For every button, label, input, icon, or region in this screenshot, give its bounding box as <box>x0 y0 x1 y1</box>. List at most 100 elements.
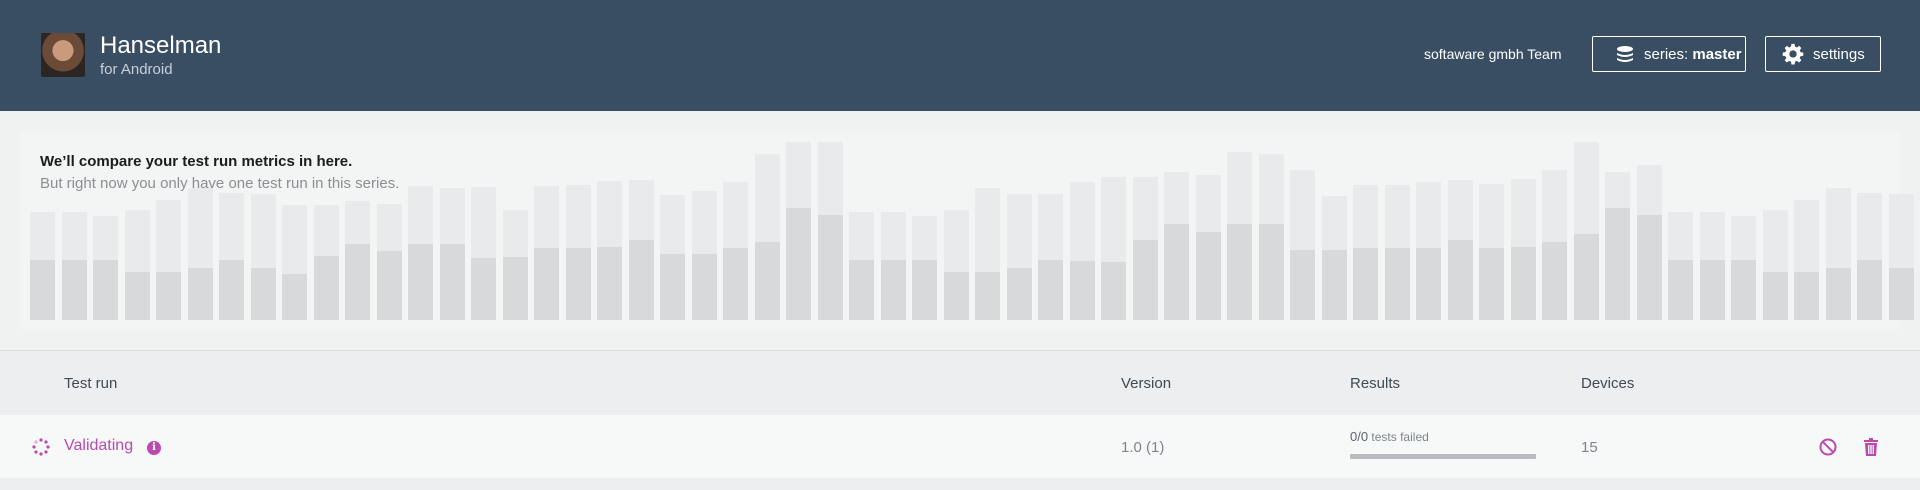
trash-icon[interactable] <box>1861 437 1881 457</box>
layers-icon <box>1617 46 1633 62</box>
placeholder-bar <box>880 212 906 320</box>
test-run-status-link[interactable]: Validating <box>64 437 133 455</box>
placeholder-bar-part <box>1888 268 1914 320</box>
placeholder-bar-part <box>1227 224 1252 320</box>
placeholder-bar <box>124 210 150 320</box>
placeholder-bar <box>849 212 874 320</box>
placeholder-bar <box>1825 188 1851 320</box>
placeholder-bar-part <box>1573 234 1599 320</box>
placeholder-bar <box>1699 212 1725 320</box>
placeholder-bar-part <box>628 240 654 320</box>
placeholder-bar-part <box>1825 268 1851 320</box>
placeholder-bar-part <box>975 272 1000 320</box>
placeholder-bar <box>1668 212 1693 320</box>
placeholder-bar <box>376 204 402 320</box>
placeholder-bar <box>1353 185 1378 320</box>
placeholder-bar <box>975 188 1000 320</box>
cancel-icon[interactable] <box>1818 437 1838 457</box>
placeholder-bar <box>345 201 370 320</box>
placeholder-bar <box>628 180 654 320</box>
app-header: Hanselman for Android softaware gmbh Tea… <box>0 0 1920 111</box>
placeholder-bar-part <box>691 254 717 320</box>
placeholder-bar <box>313 205 339 320</box>
placeholder-bar <box>30 212 55 320</box>
placeholder-bar <box>597 181 622 320</box>
app-title: Hanselman <box>100 32 222 59</box>
series-label: series: <box>1644 45 1689 63</box>
placeholder-bar-part <box>1857 260 1882 320</box>
placeholder-bar <box>250 194 276 320</box>
placeholder-bar <box>660 195 685 320</box>
placeholder-bar-part <box>502 257 528 320</box>
placeholder-bar <box>1479 184 1504 320</box>
column-header-version[interactable]: Version <box>1121 375 1171 392</box>
settings-button[interactable]: settings <box>1765 36 1881 72</box>
devices-count: 15 <box>1581 439 1598 456</box>
table-row[interactable]: Validating i 1.0 (1) 0/0 tests failed 15 <box>0 415 1920 478</box>
placeholder-bar <box>502 210 528 320</box>
metrics-panel: We’ll compare your test run metrics in h… <box>20 131 1914 329</box>
placeholder-bar-part <box>786 208 811 320</box>
placeholder-bar-part <box>1479 248 1504 320</box>
placeholder-bar-part <box>1605 208 1630 320</box>
placeholder-bar <box>1258 154 1284 320</box>
column-header-devices[interactable]: Devices <box>1581 375 1634 392</box>
placeholder-bar-part <box>912 260 937 320</box>
placeholder-bar <box>408 186 433 320</box>
placeholder-bar-part <box>30 260 55 320</box>
placeholder-bar-part <box>282 274 307 320</box>
placeholder-bar <box>1384 185 1410 320</box>
placeholder-bar-part <box>1353 248 1378 320</box>
placeholder-bar-part <box>754 242 780 320</box>
column-header-results[interactable]: Results <box>1350 375 1400 392</box>
gear-icon <box>1782 43 1804 65</box>
placeholder-bar-part <box>534 248 559 320</box>
placeholder-bar-part <box>1258 224 1284 320</box>
placeholder-bar <box>1447 180 1473 320</box>
placeholder-bar-part <box>1699 260 1725 320</box>
app-platform: for Android <box>100 61 173 78</box>
placeholder-bar-part <box>1101 262 1126 320</box>
placeholder-bar-part <box>1447 240 1473 320</box>
placeholder-bar-part <box>408 244 433 320</box>
placeholder-bar-part <box>849 260 874 320</box>
placeholder-bar <box>817 142 843 320</box>
placeholder-bar <box>1290 170 1315 320</box>
placeholder-bar <box>1573 142 1599 320</box>
placeholder-bar-part <box>376 251 402 320</box>
placeholder-bar-part <box>1416 248 1441 320</box>
placeholder-bar-part <box>124 272 150 320</box>
placeholder-bar-part <box>1762 272 1788 320</box>
placeholder-bar <box>1542 170 1567 320</box>
series-value: master <box>1692 45 1742 63</box>
placeholder-bar-part <box>1636 215 1662 320</box>
team-name[interactable]: softaware gmbh Team <box>1424 46 1561 62</box>
info-icon[interactable]: i <box>147 441 161 455</box>
table-header: Test run Version Results Devices <box>0 351 1920 415</box>
placeholder-bar <box>1069 182 1095 320</box>
results-label: tests failed <box>1371 430 1429 444</box>
placeholder-bar-part <box>250 268 276 320</box>
placeholder-bar <box>282 205 307 320</box>
placeholder-bar <box>723 182 748 320</box>
placeholder-bar <box>187 188 213 320</box>
placeholder-bar-part <box>345 244 370 320</box>
placeholder-bar <box>754 154 780 320</box>
placeholder-bar <box>1857 193 1882 320</box>
results-summary: 0/0 tests failed <box>1350 429 1429 444</box>
placeholder-bar <box>1195 175 1221 320</box>
placeholder-bar-part <box>723 248 748 320</box>
column-header-test-run[interactable]: Test run <box>64 375 117 392</box>
placeholder-bar <box>219 193 244 320</box>
placeholder-bar <box>156 200 181 320</box>
results-count: 0/0 <box>1350 429 1369 444</box>
placeholder-bar <box>786 142 811 320</box>
metrics-title: We’ll compare your test run metrics in h… <box>40 153 353 170</box>
placeholder-bar-part <box>565 248 591 320</box>
placeholder-bar-part <box>660 254 685 320</box>
placeholder-bar-part <box>439 244 465 320</box>
placeholder-bar-part <box>219 260 244 320</box>
placeholder-bar <box>1888 194 1914 320</box>
placeholder-bar <box>1227 152 1252 320</box>
series-button[interactable]: series: master <box>1592 36 1746 72</box>
